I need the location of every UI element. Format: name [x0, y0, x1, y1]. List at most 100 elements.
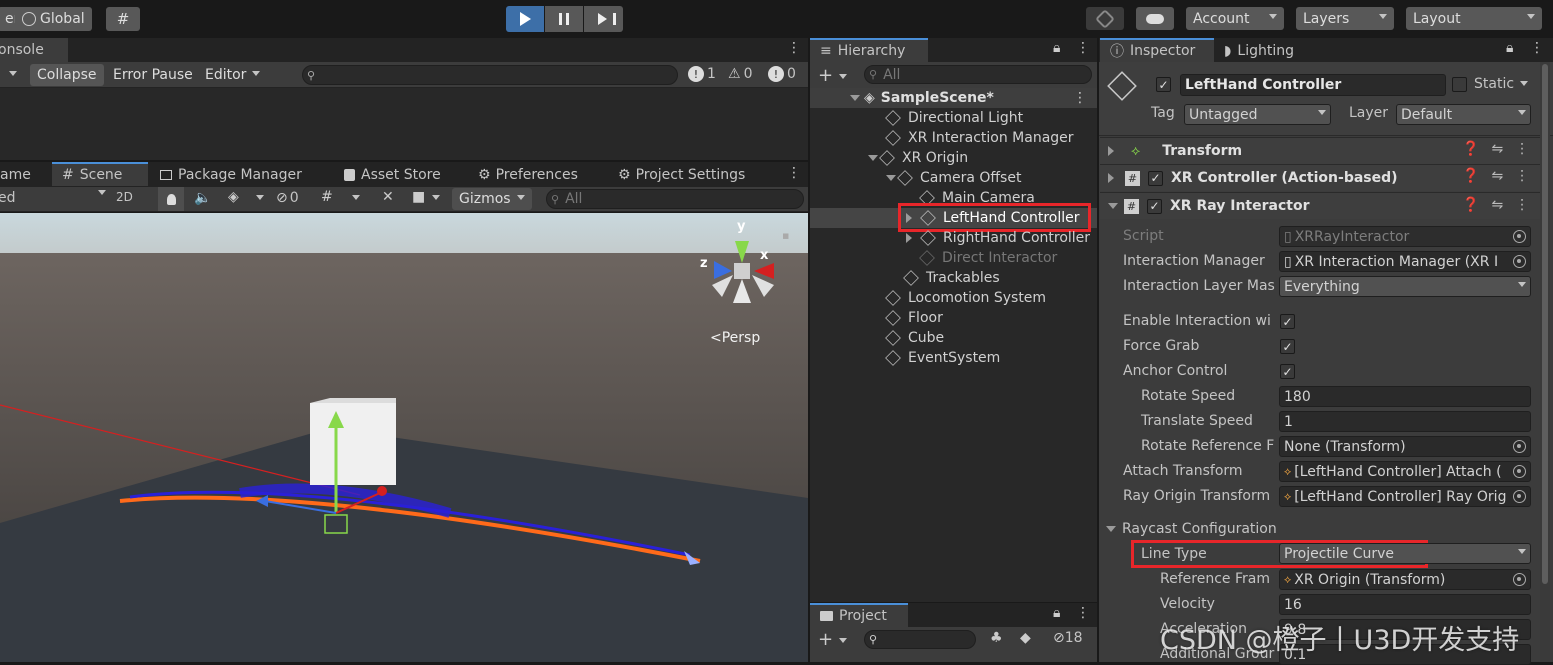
- lock-icon[interactable]: 🔒︎: [1053, 605, 1060, 621]
- audio-icon[interactable]: 🔈: [194, 190, 211, 206]
- layers-dropdown[interactable]: Layers: [1296, 7, 1394, 30]
- static-dropdown[interactable]: Static: [1474, 76, 1528, 92]
- tab-scene[interactable]: # Scene: [52, 162, 148, 186]
- object-picker-icon[interactable]: [1513, 440, 1526, 453]
- more-icon[interactable]: ⋮: [1076, 605, 1090, 621]
- list-item[interactable]: Trackables: [903, 268, 1000, 288]
- tag-dropdown[interactable]: Untagged: [1184, 104, 1331, 125]
- clear-dropdown[interactable]: [0, 64, 28, 86]
- account-dropdown[interactable]: Account: [1186, 7, 1284, 30]
- translate-speed-input[interactable]: 1: [1279, 411, 1531, 432]
- more-icon[interactable]: ⋮: [1515, 168, 1529, 184]
- list-item[interactable]: XR Origin: [868, 148, 968, 168]
- gizmos-dropdown[interactable]: Gizmos: [452, 188, 532, 210]
- lock-icon[interactable]: 🔒︎: [1506, 40, 1513, 56]
- attach-transform-field[interactable]: ⟡ [LeftHand Controller] Attach (: [1279, 461, 1531, 482]
- label-icon[interactable]: ◆: [1020, 630, 1031, 646]
- 2d-toggle[interactable]: 2D: [116, 190, 133, 204]
- object-picker-icon[interactable]: [1513, 573, 1526, 586]
- tab-hierarchy[interactable]: ≡ Hierarchy: [810, 38, 928, 62]
- list-item[interactable]: Direct Interactor: [919, 248, 1057, 268]
- enable-interaction-checkbox[interactable]: ✓: [1280, 314, 1295, 329]
- object-name-input[interactable]: LeftHand Controller: [1180, 74, 1446, 96]
- tab-console[interactable]: onsole: [0, 38, 68, 62]
- layer-dropdown[interactable]: Default: [1396, 104, 1531, 125]
- expand-arrow-icon[interactable]: [906, 233, 917, 243]
- filter-type-icon[interactable]: ♣: [990, 630, 1003, 646]
- scene-gizmo[interactable]: y x z: [700, 219, 790, 318]
- message-count[interactable]: ! 1: [688, 66, 716, 82]
- enabled-checkbox[interactable]: ✓: [1147, 198, 1162, 214]
- ray-origin-field[interactable]: ⟡ [LeftHand Controller] Ray Orig: [1279, 486, 1531, 507]
- lock-icon[interactable]: 🔒︎: [1053, 40, 1060, 56]
- lock-icon[interactable]: ▪: [782, 229, 789, 242]
- editor-dropdown[interactable]: Editor: [198, 64, 268, 86]
- more-icon[interactable]: ⋮: [1073, 90, 1087, 106]
- warning-count[interactable]: ⚠ 0: [728, 66, 752, 82]
- more-icon[interactable]: ⋮: [1515, 197, 1529, 213]
- collapse-toggle[interactable]: Collapse: [30, 64, 104, 86]
- scene-view[interactable]: y x z <Persp ▪: [0, 213, 808, 662]
- console-search-input[interactable]: ⚲: [302, 65, 678, 85]
- create-dropdown[interactable]: +: [818, 65, 847, 86]
- scene-search-input[interactable]: ⚲ All: [546, 189, 804, 209]
- step-button[interactable]: [584, 6, 623, 32]
- raycast-config-foldout[interactable]: Raycast Configuration: [1106, 521, 1277, 537]
- error-count[interactable]: ! 0: [768, 66, 796, 82]
- expand-arrow-icon[interactable]: [886, 174, 896, 186]
- more-icon[interactable]: ⋮: [787, 40, 801, 56]
- help-icon[interactable]: ❓: [1462, 141, 1479, 157]
- preset-icon[interactable]: ⇋: [1491, 168, 1503, 184]
- hierarchy-search-input[interactable]: ⚲ All: [864, 65, 1092, 84]
- global-space-button[interactable]: Global: [15, 7, 92, 31]
- preset-icon[interactable]: ⇋: [1491, 141, 1503, 157]
- create-dropdown[interactable]: +: [818, 629, 847, 650]
- tab-asset-store[interactable]: Asset Store: [334, 163, 451, 187]
- rotate-reference-field[interactable]: None (Transform): [1279, 436, 1531, 457]
- scene-row[interactable]: ◈ SampleScene* ⋮: [810, 88, 1097, 108]
- error-pause-toggle[interactable]: Error Pause: [106, 64, 200, 86]
- enabled-checkbox[interactable]: ✓: [1148, 170, 1163, 186]
- project-search-input[interactable]: ⚲: [864, 630, 976, 649]
- more-icon[interactable]: ⋮: [1515, 141, 1529, 157]
- scrollbar-thumb[interactable]: [1542, 64, 1548, 584]
- reference-frame-field[interactable]: ⟡ XR Origin (Transform): [1279, 569, 1531, 590]
- preset-icon[interactable]: ⇋: [1491, 197, 1503, 213]
- list-item[interactable]: Cube: [885, 328, 944, 348]
- rotate-speed-input[interactable]: 180: [1279, 386, 1531, 407]
- layout-dropdown[interactable]: Layout: [1406, 7, 1542, 30]
- more-icon[interactable]: ⋮: [787, 165, 801, 181]
- play-button[interactable]: [506, 6, 544, 32]
- grid-dropdown[interactable]: [346, 190, 360, 206]
- tab-project-settings[interactable]: ⚙ Project Settings: [608, 163, 755, 187]
- collab-button[interactable]: [1086, 7, 1124, 30]
- list-item[interactable]: Camera Offset: [886, 168, 1021, 188]
- tab-game[interactable]: ame: [0, 163, 41, 187]
- list-item[interactable]: Directional Light: [885, 108, 1023, 128]
- anchor-control-checkbox[interactable]: ✓: [1280, 364, 1295, 379]
- list-item[interactable]: Locomotion System: [885, 288, 1046, 308]
- line-type-dropdown[interactable]: Projectile Curve: [1279, 543, 1531, 564]
- object-picker-icon[interactable]: [1513, 255, 1526, 268]
- object-picker-icon[interactable]: [1513, 465, 1526, 478]
- interaction-manager-field[interactable]: ▯ XR Interaction Manager (XR I: [1279, 251, 1531, 272]
- force-grab-checkbox[interactable]: ✓: [1280, 339, 1295, 354]
- inspector-scrollbar[interactable]: [1540, 62, 1550, 662]
- tab-package-manager[interactable]: Package Manager: [150, 163, 312, 187]
- camera-icon[interactable]: ■: [412, 189, 425, 205]
- effects-dropdown[interactable]: [250, 190, 264, 206]
- tab-lighting[interactable]: ◗ Lighting: [1214, 39, 1304, 63]
- tools-icon[interactable]: ✕: [382, 189, 394, 205]
- camera-dropdown[interactable]: [426, 190, 440, 206]
- grid-snap-button[interactable]: #: [106, 7, 140, 31]
- more-icon[interactable]: ⋮: [1530, 40, 1544, 56]
- help-icon[interactable]: ❓: [1462, 168, 1479, 184]
- tab-inspector[interactable]: ⓘ Inspector: [1100, 38, 1214, 62]
- list-item-lefthand-controller[interactable]: LeftHand Controller: [904, 208, 1080, 228]
- list-item[interactable]: EventSystem: [885, 348, 1000, 368]
- list-item[interactable]: XR Interaction Manager: [885, 128, 1074, 148]
- object-picker-icon[interactable]: [1513, 490, 1526, 503]
- grid-icon[interactable]: #: [321, 189, 333, 205]
- expand-arrow-icon[interactable]: [906, 213, 917, 223]
- static-checkbox[interactable]: [1452, 77, 1467, 92]
